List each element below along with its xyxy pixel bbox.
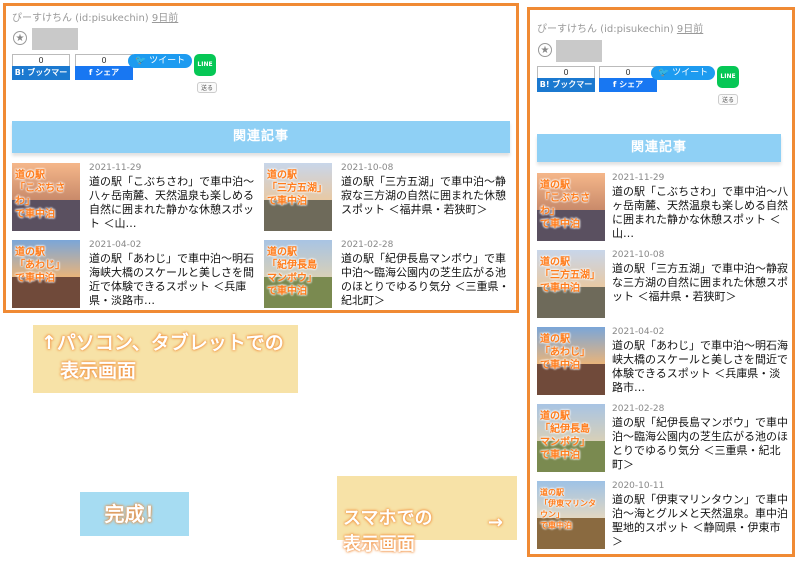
article-title[interactable]: 道の駅「紀伊長島マンボウ」で車中泊～臨海公園内の芝生広がる池のほとりでゆるり気分… [341,252,514,308]
author-line: ぴーすけちん (id:pisukechin) 9日前 [537,20,703,35]
line-send-label[interactable]: 送る [718,94,739,105]
pc-view-note: ↑パソコン、タブレットでの 表示画面 [33,325,298,393]
article-thumbnail[interactable]: 道の駅 「こぶちさわ」 で車中泊 [12,163,80,231]
pc-preview-frame: ぴーすけちん (id:pisukechin) 9日前 ★ 0 B! ブックマーク… [3,3,519,313]
thumbnail-caption: 道の駅 「あわじ」 で車中泊 [15,247,65,284]
hatena-label: B! ブックマーク [537,78,595,103]
smartphone-view-note: スマホでの 表示画面 → [337,476,517,555]
avatar-placeholder [32,28,78,50]
article-thumbnail[interactable]: 道の駅 「あわじ」 で車中泊 [537,327,605,395]
twitter-bird-icon: 🐦 [658,68,670,78]
article-date: 2021-02-28 [341,240,394,250]
thumbnail-caption: 道の駅 「こぶちさわ」 で車中泊 [15,170,66,220]
related-card[interactable]: 道の駅 「こぶちさわ」 で車中泊 2021-11-29 道の駅「こぶちさわ」で車… [537,173,789,243]
related-card[interactable]: 道の駅 「あわじ」 で車中泊 2021-04-02 道の駅「あわじ」で車中泊～明… [537,327,789,397]
article-title[interactable]: 道の駅「あわじ」で車中泊～明石海峡大橋のスケールと美しさを間近で体験できるスポッ… [89,252,262,308]
article-thumbnail[interactable]: 道の駅 「伊東マリンタウン」 で車中泊 [537,481,605,549]
star-icon[interactable]: ★ [13,31,27,45]
line-icon[interactable]: LINE [194,54,216,76]
article-title[interactable]: 道の駅「紀伊長島マンボウ」で車中泊～臨海公園内の芝生広がる池のほとりでゆるり気分… [612,416,789,472]
line-send-label[interactable]: 送る [197,82,218,93]
author-line: ぴーすけちん (id:pisukechin) 9日前 [12,9,178,24]
hatena-bookmark-button[interactable]: 0 B! ブックマーク [12,54,70,91]
facebook-label: f シェア [599,78,657,92]
thumbnail-caption: 道の駅 「こぶちさわ」 で車中泊 [540,180,591,230]
related-card[interactable]: 道の駅 「こぶちさわ」 で車中泊 2021-11-29 道の駅「こぶちさわ」で車… [12,163,262,233]
related-card[interactable]: 道の駅 「三方五湖」 で車中泊 2021-10-08 道の駅「三方五湖」で車中泊… [537,250,789,320]
line-label: LINE [720,73,736,80]
article-date: 2020-10-11 [612,481,665,491]
article-date: 2021-10-08 [341,163,394,173]
article-date: 2021-10-08 [612,250,665,260]
article-thumbnail[interactable]: 道の駅 「三方五湖」 で車中泊 [537,250,605,318]
article-title[interactable]: 道の駅「三方五湖」で車中泊～静寂な三方湖の自然に囲まれた休憩スポット ＜福井県・… [612,262,789,304]
post-date-link[interactable]: 9日前 [152,13,178,24]
related-card[interactable]: 道の駅 「三方五湖」 で車中泊 2021-10-08 道の駅「三方五湖」で車中泊… [264,163,514,233]
article-thumbnail[interactable]: 道の駅 「紀伊長島 マンボウ」 で車中泊 [537,404,605,472]
line-icon[interactable]: LINE [717,66,739,88]
avatar-placeholder [556,40,602,62]
smartphone-view-label: スマホでの 表示画面 [343,508,433,555]
related-card[interactable]: 道の駅 「紀伊長島 マンボウ」 で車中泊 2021-02-28 道の駅「紀伊長島… [264,240,514,310]
article-date: 2021-04-02 [612,327,665,337]
hatena-bookmark-button[interactable]: 0 B! ブックマーク [537,66,595,103]
line-label: LINE [197,61,213,68]
article-thumbnail[interactable]: 道の駅 「三方五湖」 で車中泊 [264,163,332,231]
related-card[interactable]: 道の駅 「あわじ」 で車中泊 2021-04-02 道の駅「あわじ」で車中泊～明… [12,240,262,310]
article-title[interactable]: 道の駅「あわじ」で車中泊～明石海峡大橋のスケールと美しさを間近で体験できるスポッ… [612,339,789,395]
article-date: 2021-02-28 [612,404,665,414]
twitter-tweet-button[interactable]: 🐦 ツイート [651,66,716,80]
related-card[interactable]: 道の駅 「紀伊長島 マンボウ」 で車中泊 2021-02-28 道の駅「紀伊長島… [537,404,789,474]
author-name[interactable]: ぴーすけちん (id:pisukechin) [537,24,674,35]
completed-note: 完成！ [80,492,189,536]
facebook-label: f シェア [75,66,133,80]
thumbnail-caption: 道の駅 「あわじ」 で車中泊 [540,334,590,371]
facebook-share-button[interactable]: 0 f シェア [599,66,657,94]
hatena-count: 0 [12,54,70,66]
arrow-right-icon: → [487,512,503,533]
article-thumbnail[interactable]: 道の駅 「紀伊長島 マンボウ」 で車中泊 [264,240,332,308]
tweet-label: ツイート [149,56,186,66]
related-card[interactable]: 道の駅 「伊東マリンタウン」 で車中泊 2020-10-11 道の駅「伊東マリン… [537,481,789,551]
facebook-count: 0 [75,54,133,66]
article-date: 2021-11-29 [612,173,665,183]
hatena-count: 0 [537,66,595,78]
thumbnail-caption: 道の駅 「紀伊長島 マンボウ」 で車中泊 [267,247,317,297]
article-date: 2021-04-02 [89,240,142,250]
twitter-tweet-button[interactable]: 🐦 ツイート [128,54,193,68]
article-title[interactable]: 道の駅「三方五湖」で車中泊～静寂な三方湖の自然に囲まれた休憩スポット ＜福井県・… [341,175,514,217]
article-thumbnail[interactable]: 道の駅 「あわじ」 で車中泊 [12,240,80,308]
article-title[interactable]: 道の駅「こぶちさわ」で車中泊～八ヶ岳南麓、天然温泉も楽しめる自然に囲まれた静かな… [89,175,262,231]
post-date-link[interactable]: 9日前 [677,24,703,35]
thumbnail-caption: 道の駅 「伊東マリンタウン」 で車中泊 [540,488,596,530]
related-heading: 関連記事 [537,134,781,162]
thumbnail-caption: 道の駅 「紀伊長島 マンボウ」 で車中泊 [540,411,590,461]
thumbnail-caption: 道の駅 「三方五湖」 で車中泊 [540,257,600,294]
twitter-bird-icon: 🐦 [135,56,147,66]
tweet-label: ツイート [672,68,709,78]
thumbnail-caption: 道の駅 「三方五湖」 で車中泊 [267,170,327,207]
article-date: 2021-11-29 [89,163,142,173]
facebook-count: 0 [599,66,657,78]
author-name[interactable]: ぴーすけちん (id:pisukechin) [12,13,149,24]
smartphone-preview-frame: ぴーすけちん (id:pisukechin) 9日前 ★ 0 B! ブックマーク… [527,7,795,557]
article-title[interactable]: 道の駅「伊東マリンタウン」で車中泊～海とグルメと天然温泉。車中泊聖地的スポット … [612,493,789,549]
star-icon[interactable]: ★ [538,43,552,57]
article-title[interactable]: 道の駅「こぶちさわ」で車中泊～八ヶ岳南麓、天然温泉も楽しめる自然に囲まれた静かな… [612,185,789,241]
hatena-label: B! ブックマーク [12,66,70,91]
article-thumbnail[interactable]: 道の駅 「こぶちさわ」 で車中泊 [537,173,605,241]
facebook-share-button[interactable]: 0 f シェア [75,54,133,82]
related-heading: 関連記事 [12,121,510,153]
